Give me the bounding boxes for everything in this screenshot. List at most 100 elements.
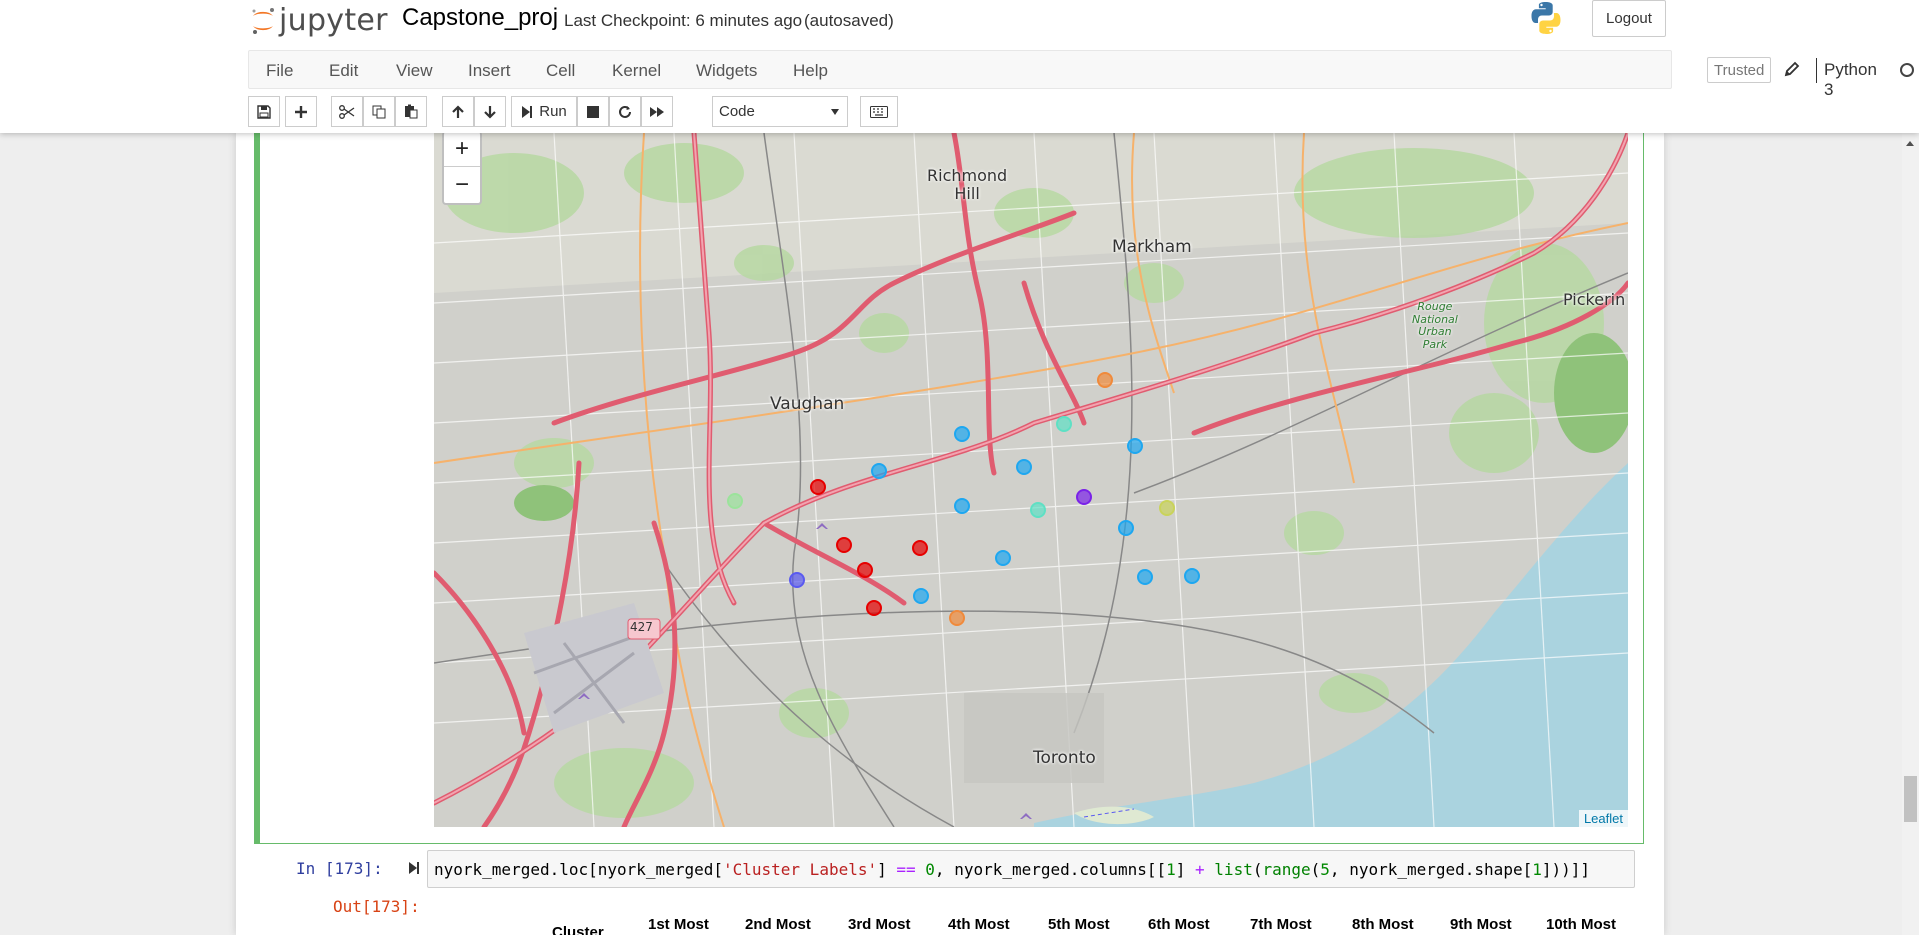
cluster-marker-orange[interactable]: [949, 610, 965, 626]
folium-map[interactable]: Richmond Hill Markham Vaughan Pickerin To…: [434, 133, 1628, 827]
menu-widgets[interactable]: Widgets: [696, 61, 757, 81]
code-token: list: [1214, 860, 1253, 879]
zoom-out-button[interactable]: −: [444, 167, 480, 203]
code-token: (: [1310, 860, 1321, 879]
menu-view[interactable]: View: [396, 61, 433, 81]
restart-icon: [619, 105, 631, 118]
input-prompt: In [173]:: [296, 859, 383, 878]
kernel-idle-icon: [1900, 63, 1914, 77]
menu-cell[interactable]: Cell: [546, 61, 575, 81]
run-cell-icon[interactable]: [408, 861, 420, 875]
plus-icon: [295, 105, 307, 118]
code-token: 1: [1532, 860, 1542, 879]
map-basemap: [434, 133, 1628, 827]
cluster-marker-blue[interactable]: [871, 463, 887, 479]
menu-insert[interactable]: Insert: [468, 61, 511, 81]
cluster-marker-blue[interactable]: [913, 588, 929, 604]
python-logo-icon: [1528, 0, 1564, 36]
column-header: 2nd Most: [745, 916, 811, 933]
restart-run-all-button[interactable]: [641, 96, 673, 127]
cluster-marker-blue[interactable]: [954, 426, 970, 442]
menu-kernel[interactable]: Kernel: [612, 61, 661, 81]
menu-file[interactable]: File: [266, 61, 293, 81]
cluster-marker-blue[interactable]: [954, 498, 970, 514]
fast-forward-icon: [650, 106, 664, 117]
cluster-marker-blue[interactable]: [1127, 438, 1143, 454]
cluster-marker-blue[interactable]: [1118, 520, 1134, 536]
checkpoint-status: Last Checkpoint: 6 minutes ago: [564, 11, 803, 30]
insert-cell-button[interactable]: [285, 96, 317, 127]
cluster-marker-cyan[interactable]: [1056, 416, 1072, 432]
code-token: +: [1195, 860, 1205, 879]
cluster-marker-blue[interactable]: [1016, 459, 1032, 475]
menu-help[interactable]: Help: [793, 61, 828, 81]
column-header: 7th Most: [1250, 916, 1312, 933]
map-attribution[interactable]: Leaflet: [1578, 810, 1628, 827]
move-up-button[interactable]: [442, 96, 474, 127]
move-down-button[interactable]: [474, 96, 506, 127]
autosave-status: (autosaved): [804, 11, 894, 30]
kernel-separator: [1816, 58, 1817, 83]
code-token: 5: [1320, 860, 1330, 879]
code-token: ]))]]: [1541, 860, 1591, 879]
arrow-up-icon: [452, 104, 464, 118]
cluster-marker-cyan[interactable]: [1030, 502, 1046, 518]
kernel-name[interactable]: Python 3: [1824, 60, 1877, 100]
cluster-marker-blue[interactable]: [995, 550, 1011, 566]
chevron-down-icon: [831, 109, 839, 115]
save-button[interactable]: [248, 96, 280, 127]
scroll-up-icon[interactable]: [1906, 141, 1914, 146]
run-button[interactable]: Run: [511, 96, 577, 127]
column-header: 4th Most: [948, 916, 1010, 933]
cluster-marker-red[interactable]: [912, 540, 928, 556]
jupyter-orb-icon: [250, 7, 276, 34]
pencil-icon[interactable]: [1783, 60, 1801, 78]
place-label-markham: Markham: [1112, 237, 1192, 257]
cut-button[interactable]: [331, 96, 363, 127]
cluster-marker-purple[interactable]: [1076, 489, 1092, 505]
menu-edit[interactable]: Edit: [329, 61, 358, 81]
cluster-marker-blue[interactable]: [1137, 569, 1153, 585]
code-token: ==: [896, 860, 916, 879]
zoom-in-button[interactable]: +: [444, 133, 480, 167]
column-header: 8th Most: [1352, 916, 1414, 933]
column-header: 1st Most: [648, 916, 709, 933]
cluster-marker-red[interactable]: [810, 479, 826, 495]
cluster-marker-blue[interactable]: [1184, 568, 1200, 584]
column-header: Cluster: [552, 924, 604, 935]
cluster-marker-red[interactable]: [836, 537, 852, 553]
scrollbar-thumb[interactable]: [1904, 776, 1917, 822]
page-scrollbar[interactable]: [1902, 133, 1919, 935]
cell-type-value: Code: [719, 103, 755, 120]
code-token: ]: [1175, 860, 1196, 879]
column-header: 10th Most: [1546, 916, 1617, 933]
paste-button[interactable]: [395, 96, 427, 127]
code-token: , nyork_merged.columns[[: [934, 860, 1167, 879]
cluster-marker-lightgreen[interactable]: [727, 493, 743, 509]
cluster-marker-orange[interactable]: [1097, 372, 1113, 388]
column-header: 3rd Most: [848, 916, 911, 933]
scissors-icon: [339, 104, 355, 119]
interrupt-button[interactable]: [577, 96, 609, 127]
code-token: 'Cluster Labels': [722, 860, 878, 879]
notebook-name[interactable]: Capstone_proj: [402, 4, 558, 32]
copy-button[interactable]: [363, 96, 395, 127]
trusted-indicator[interactable]: Trusted: [1707, 57, 1772, 83]
column-header: 5th Most: [1048, 916, 1110, 933]
place-label-richmond-hill: Richmond Hill: [927, 166, 1008, 204]
code-token: 1: [1166, 860, 1176, 879]
cluster-marker-indigo[interactable]: [789, 572, 805, 588]
code-editor[interactable]: nyork_merged.loc[nyork_merged['Cluster L…: [427, 850, 1635, 888]
cluster-marker-red[interactable]: [857, 562, 873, 578]
restart-button[interactable]: [609, 96, 641, 127]
cell-type-select[interactable]: Code: [712, 96, 848, 127]
logout-button[interactable]: Logout: [1592, 0, 1666, 37]
code-token: 0: [925, 860, 935, 879]
cluster-marker-olive[interactable]: [1159, 500, 1175, 516]
jupyter-logo[interactable]: jupyter: [250, 0, 388, 40]
command-palette-button[interactable]: [860, 96, 898, 127]
arrow-down-icon: [484, 105, 496, 119]
cluster-marker-red[interactable]: [866, 600, 882, 616]
